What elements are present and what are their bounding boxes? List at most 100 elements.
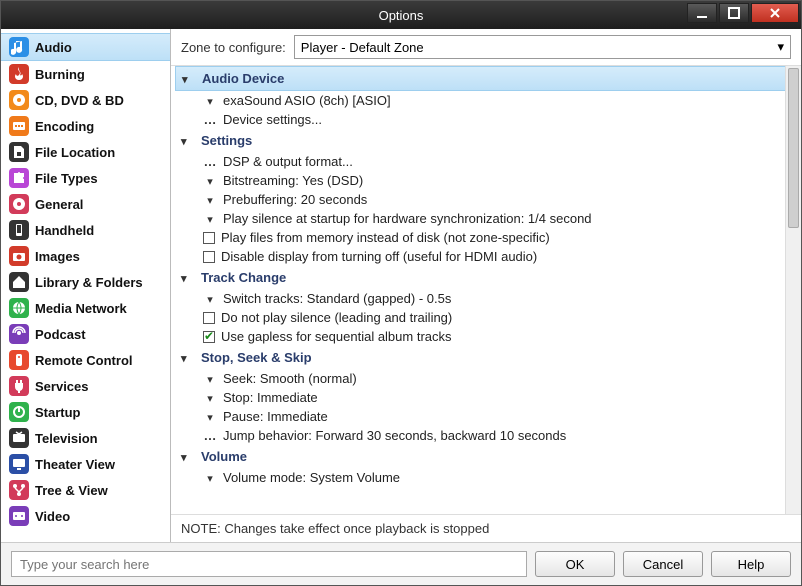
sidebar-item-label: Tree & View	[35, 483, 108, 498]
sidebar-item-video[interactable]: Video	[1, 503, 170, 529]
setting-row[interactable]: Device settings...	[175, 110, 797, 129]
network-icon	[9, 298, 29, 318]
section-header-stop-seek-skip[interactable]: Stop, Seek & Skip	[175, 346, 797, 369]
help-button[interactable]: Help	[711, 551, 791, 577]
encode-icon	[9, 116, 29, 136]
sidebar-item-file-types[interactable]: File Types	[1, 165, 170, 191]
ok-button[interactable]: OK	[535, 551, 615, 577]
chevron-down-icon	[203, 291, 217, 306]
sidebar-item-label: General	[35, 197, 83, 212]
video-icon	[9, 506, 29, 526]
setting-row[interactable]: Volume mode: System Volume	[175, 468, 797, 487]
setting-row[interactable]: Switch tracks: Standard (gapped) - 0.5s	[175, 289, 797, 308]
expand-icon	[181, 270, 195, 285]
setting-row[interactable]: Play files from memory instead of disk (…	[175, 228, 797, 247]
chevron-down-icon	[203, 93, 217, 108]
chevron-down-icon	[203, 470, 217, 485]
setting-row[interactable]: Stop: Immediate	[175, 388, 797, 407]
playback-note: NOTE: Changes take effect once playback …	[171, 515, 801, 542]
sidebar-item-handheld[interactable]: Handheld	[1, 217, 170, 243]
setting-row[interactable]: DSP & output format...	[175, 152, 797, 171]
chevron-down-icon: ▾	[777, 39, 784, 55]
section-header-volume[interactable]: Volume	[175, 445, 797, 468]
section-header-settings[interactable]: Settings	[175, 129, 797, 152]
chevron-down-icon	[203, 409, 217, 424]
setting-label: Do not play silence (leading and trailin…	[221, 310, 452, 325]
ellipsis-icon	[203, 112, 217, 127]
chevron-down-icon	[203, 211, 217, 226]
setting-row[interactable]: Do not play silence (leading and trailin…	[175, 308, 797, 327]
filelock-icon	[9, 142, 29, 162]
section-title: Track Change	[201, 270, 286, 285]
sidebar-item-tree-view[interactable]: Tree & View	[1, 477, 170, 503]
sidebar-item-encoding[interactable]: Encoding	[1, 113, 170, 139]
section-title: Audio Device	[202, 71, 284, 86]
section-header-audio-device[interactable]: Audio Device	[175, 66, 797, 91]
setting-label: Stop: Immediate	[223, 390, 318, 405]
main-panel: Zone to configure: Player - Default Zone…	[171, 29, 801, 542]
scrollbar-thumb[interactable]	[788, 68, 799, 228]
setting-label: Volume mode: System Volume	[223, 470, 400, 485]
zone-row: Zone to configure: Player - Default Zone…	[171, 29, 801, 66]
camera-icon	[9, 246, 29, 266]
window-controls	[687, 3, 799, 23]
setting-row[interactable]: Prebuffering: 20 seconds	[175, 190, 797, 209]
remote-icon	[9, 350, 29, 370]
sidebar-item-images[interactable]: Images	[1, 243, 170, 269]
sidebar-item-audio[interactable]: Audio	[1, 33, 170, 61]
sidebar-item-cd-dvd-bd[interactable]: CD, DVD & BD	[1, 87, 170, 113]
setting-row[interactable]: Use gapless for sequential album tracks	[175, 327, 797, 346]
sidebar-item-label: Media Network	[35, 301, 127, 316]
handheld-icon	[9, 220, 29, 240]
cancel-button[interactable]: Cancel	[623, 551, 703, 577]
setting-row[interactable]: exaSound ASIO (8ch) [ASIO]	[175, 91, 797, 110]
sidebar-item-burning[interactable]: Burning	[1, 61, 170, 87]
tree-icon	[9, 480, 29, 500]
sidebar-item-label: File Location	[35, 145, 115, 160]
options-window: Options AudioBurningCD, DVD & BDEncoding…	[0, 0, 802, 586]
monitor-icon	[9, 454, 29, 474]
setting-row[interactable]: Disable display from turning off (useful…	[175, 247, 797, 266]
zone-selected-value: Player - Default Zone	[301, 40, 424, 55]
section-title: Stop, Seek & Skip	[201, 350, 312, 365]
footer: OK Cancel Help	[1, 542, 801, 585]
chevron-down-icon	[203, 390, 217, 405]
sidebar-item-general[interactable]: General	[1, 191, 170, 217]
audio-icon	[9, 37, 29, 57]
expand-icon	[181, 133, 195, 148]
search-input[interactable]	[11, 551, 527, 577]
setting-label: Device settings...	[223, 112, 322, 127]
setting-label: Play silence at startup for hardware syn…	[223, 211, 592, 226]
sidebar-item-podcast[interactable]: Podcast	[1, 321, 170, 347]
zone-select[interactable]: Player - Default Zone ▾	[294, 35, 791, 59]
setting-row[interactable]: Jump behavior: Forward 30 seconds, backw…	[175, 426, 797, 445]
setting-row[interactable]: Seek: Smooth (normal)	[175, 369, 797, 388]
sidebar-item-label: Theater View	[35, 457, 115, 472]
setting-row[interactable]: Pause: Immediate	[175, 407, 797, 426]
sidebar-item-startup[interactable]: Startup	[1, 399, 170, 425]
sidebar-item-label: Burning	[35, 67, 85, 82]
section-header-track-change[interactable]: Track Change	[175, 266, 797, 289]
sidebar-item-television[interactable]: Television	[1, 425, 170, 451]
maximize-button[interactable]	[719, 3, 749, 23]
setting-row[interactable]: Play silence at startup for hardware syn…	[175, 209, 797, 228]
setting-label: Seek: Smooth (normal)	[223, 371, 357, 386]
disc-icon	[9, 90, 29, 110]
sidebar-item-label: Audio	[35, 40, 72, 55]
sidebar-item-media-network[interactable]: Media Network	[1, 295, 170, 321]
ellipsis-icon	[203, 154, 217, 169]
close-button[interactable]	[751, 3, 799, 23]
sidebar-item-theater-view[interactable]: Theater View	[1, 451, 170, 477]
sidebar-item-remote-control[interactable]: Remote Control	[1, 347, 170, 373]
puzzle-icon	[9, 168, 29, 188]
burn-icon	[9, 64, 29, 84]
setting-label: Prebuffering: 20 seconds	[223, 192, 367, 207]
sidebar-item-services[interactable]: Services	[1, 373, 170, 399]
sidebar-item-library-folders[interactable]: Library & Folders	[1, 269, 170, 295]
scrollbar[interactable]	[785, 66, 801, 514]
setting-label: Switch tracks: Standard (gapped) - 0.5s	[223, 291, 451, 306]
expand-icon	[181, 350, 195, 365]
setting-row[interactable]: Bitstreaming: Yes (DSD)	[175, 171, 797, 190]
sidebar-item-file-location[interactable]: File Location	[1, 139, 170, 165]
minimize-button[interactable]	[687, 3, 717, 23]
